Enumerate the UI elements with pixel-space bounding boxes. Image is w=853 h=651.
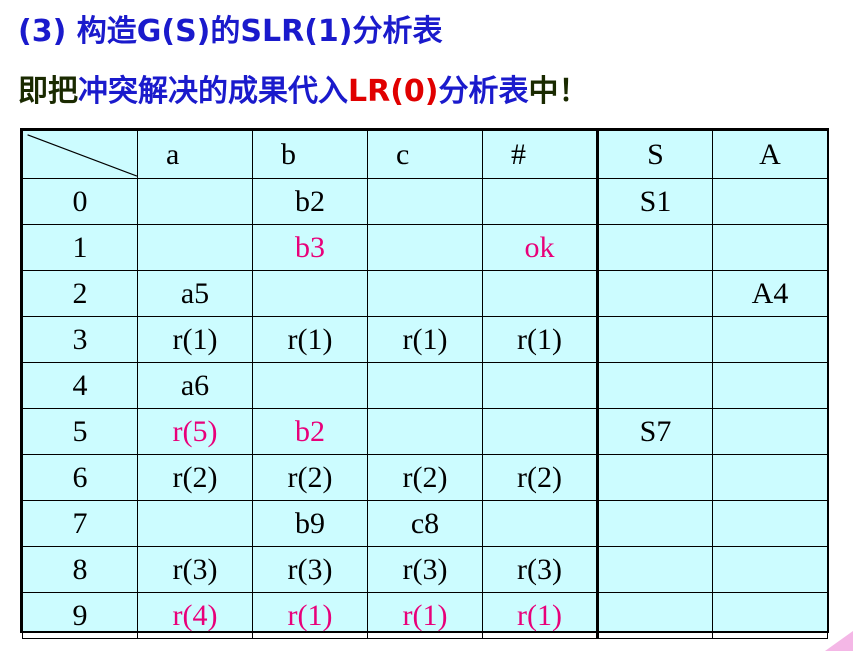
action-cell [252,362,368,409]
action-cell: r(1) [367,316,483,363]
action-cell: r(3) [252,546,368,593]
state-cell: 7 [22,500,138,547]
action-cell [252,270,368,317]
action-cell: r(1) [137,316,253,363]
table-row: 3 r(1) r(1) r(1) r(1) [22,316,828,363]
state-cell: 4 [22,362,138,409]
action-cell [367,408,483,455]
action-cell [137,178,253,225]
slr-table-container: a b c # S A 0 b2 S1 1 b3 ok 2 a5 A4 3 r(1) r(1) r(1)… [20,128,829,639]
action-cell: r(1) [367,592,483,639]
action-cell: a6 [137,362,253,409]
action-cell: r(2) [367,454,483,501]
state-cell: 6 [22,454,138,501]
page-subtitle: 即把冲突解决的成果代入LR(0)分析表中！ [18,66,589,110]
diagonal-line-icon [23,131,137,178]
subtitle-part-1: 即把 [18,74,78,109]
action-cell [712,362,828,409]
action-cell [596,546,713,593]
column-header-S: S [596,130,713,179]
action-cell: r(2) [252,454,368,501]
action-cell [712,316,828,363]
action-cell: b3 [252,224,368,271]
action-cell: ok [482,224,598,271]
action-cell: r(3) [482,546,598,593]
action-cell: S1 [596,178,713,225]
action-cell: S7 [596,408,713,455]
action-cell [712,592,828,639]
action-cell [482,270,598,317]
action-cell [712,408,828,455]
action-cell [712,454,828,501]
state-cell: 1 [22,224,138,271]
page-title: (3) 构造G(S)的SLR(1)分析表 [18,14,443,49]
action-cell: r(1) [482,592,598,639]
table-row: 6 r(2) r(2) r(2) r(2) [22,454,828,501]
action-cell [596,454,713,501]
subtitle-part-4: 分析表 [438,74,529,109]
action-cell [712,224,828,271]
action-cell [596,270,713,317]
action-cell [367,362,483,409]
action-cell [482,178,598,225]
state-cell: 2 [22,270,138,317]
action-cell [137,500,253,547]
table-row: 1 b3 ok [22,224,828,271]
column-header-A: A [712,130,828,179]
state-cell: 5 [22,408,138,455]
corner-decoration-icon [825,631,853,651]
action-cell: r(2) [482,454,598,501]
table-row: 0 b2 S1 [22,178,828,225]
state-cell: 9 [22,592,138,639]
subtitle-part-5: 中！ [528,74,589,109]
action-cell: c8 [367,500,483,547]
action-cell: r(5) [137,408,253,455]
corner-cell [22,130,138,179]
action-cell: b2 [252,408,368,455]
action-cell [482,408,598,455]
action-cell [712,178,828,225]
column-header-a: a [137,130,253,179]
table-row: 8 r(3) r(3) r(3) r(3) [22,546,828,593]
table-row: 2 a5 A4 [22,270,828,317]
action-cell [596,500,713,547]
action-cell [596,362,713,409]
slr-parse-table: a b c # S A 0 b2 S1 1 b3 ok 2 a5 A4 3 r(1) r(1) r(1)… [22,130,828,639]
action-cell: r(1) [482,316,598,363]
action-cell [482,362,598,409]
action-cell: r(1) [252,592,368,639]
table-row: 4 a6 [22,362,828,409]
action-cell: r(3) [137,546,253,593]
state-cell: 3 [22,316,138,363]
action-cell [482,500,598,547]
action-cell: r(4) [137,592,253,639]
table-row: 5 r(5) b2 S7 [22,408,828,455]
action-cell: r(2) [137,454,253,501]
state-cell: 8 [22,546,138,593]
action-cell: b2 [252,178,368,225]
action-cell [596,316,713,363]
action-cell: A4 [712,270,828,317]
action-cell: r(3) [367,546,483,593]
action-cell [367,224,483,271]
subtitle-part-2: 冲突解决的成果代入 [78,74,348,109]
action-cell: a5 [137,270,253,317]
state-cell: 0 [22,178,138,225]
column-header-b: b [252,130,368,179]
subtitle-part-3: LR(0) [348,74,439,109]
action-cell [367,178,483,225]
action-cell [712,546,828,593]
action-cell [712,500,828,547]
action-cell [596,592,713,639]
action-cell: b9 [252,500,368,547]
action-cell: r(1) [252,316,368,363]
action-cell [596,224,713,271]
table-row: 9 r(4) r(1) r(1) r(1) [22,592,828,639]
table-header-row: a b c # S A [22,130,828,179]
action-cell [137,224,253,271]
table-row: 7 b9 c8 [22,500,828,547]
action-cell [367,270,483,317]
column-header-c: c [367,130,483,179]
column-header-hash: # [482,130,598,179]
